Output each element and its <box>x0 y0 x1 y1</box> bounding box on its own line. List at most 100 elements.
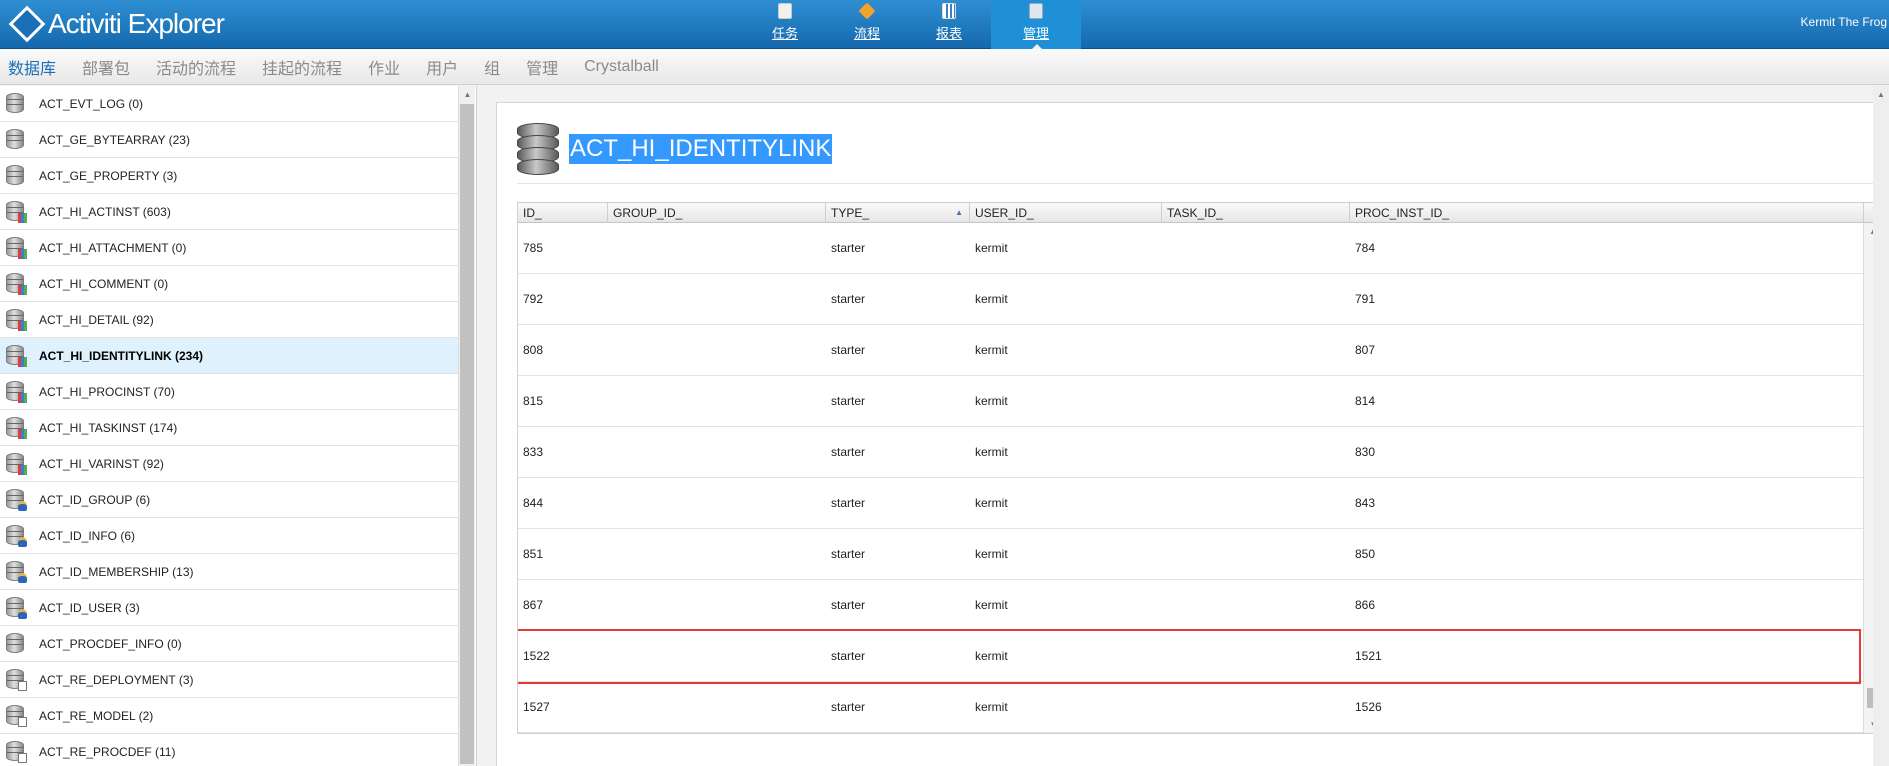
cell-user-id: kermit <box>975 343 1008 357</box>
user-menu[interactable]: Kermit The Frog <box>1801 15 1887 29</box>
cell-proc-inst-id: 1521 <box>1355 649 1382 663</box>
table-list-item[interactable]: ACT_PROCDEF_INFO (0) <box>0 626 458 662</box>
detail-header: ACT_HI_IDENTITYLINK <box>517 123 833 175</box>
table-list-scrollbar[interactable]: ▲ <box>458 86 475 766</box>
table-list-item[interactable]: ACT_RE_MODEL (2) <box>0 698 458 734</box>
database-table-icon <box>6 164 24 187</box>
cell-group-id <box>608 682 613 733</box>
cell-id: 792 <box>523 292 544 306</box>
column-header-type[interactable]: TYPE_ ▲ <box>826 203 970 223</box>
table-list-item[interactable]: ACT_HI_COMMENT (0) <box>0 266 458 302</box>
nav-tab-reports[interactable]: 报表 <box>909 0 989 49</box>
table-row[interactable]: 1522 starter kermit 1521 <box>518 629 1863 684</box>
table-list-item[interactable]: ACT_HI_ATTACHMENT (0) <box>0 230 458 266</box>
cell-group-id <box>608 376 613 427</box>
cell-user-id: kermit <box>975 700 1008 714</box>
column-header-user-id[interactable]: USER_ID_ <box>970 203 1162 223</box>
submenu-admin[interactable]: 管理 <box>526 55 558 79</box>
table-list-item[interactable]: ACT_EVT_LOG (0) <box>0 86 458 122</box>
table-row[interactable]: 792 starter kermit 791 <box>518 274 1863 325</box>
submenu-suspended-processes[interactable]: 挂起的流程 <box>262 55 342 79</box>
database-table-icon <box>6 200 27 223</box>
table-row[interactable]: 1527 starter kermit 1526 <box>518 682 1863 733</box>
table-list-label: ACT_HI_TASKINST (174) <box>39 420 178 435</box>
table-list-item[interactable]: ACT_GE_BYTEARRAY (23) <box>0 122 458 158</box>
table-list-item[interactable]: ACT_RE_PROCDEF (11) <box>0 734 458 766</box>
table-list-label: ACT_RE_MODEL (2) <box>39 708 154 723</box>
nav-tab-label: 流程 <box>853 26 880 41</box>
scroll-up-arrow-icon[interactable]: ▲ <box>1873 86 1889 103</box>
table-list-item[interactable]: ACT_HI_ACTINST (603) <box>0 194 458 230</box>
cell-proc-inst-id: 850 <box>1355 547 1376 561</box>
table-row[interactable]: 808 starter kermit 807 <box>518 325 1863 376</box>
cell-proc-inst-id: 814 <box>1355 394 1376 408</box>
database-table-icon <box>6 272 27 295</box>
database-icon <box>517 123 559 175</box>
table-row[interactable]: 844 starter kermit 843 <box>518 478 1863 529</box>
table-list-item[interactable]: ACT_GE_PROPERTY (3) <box>0 158 458 194</box>
cell-task-id <box>1162 631 1167 682</box>
table-list-item[interactable]: ACT_RE_DEPLOYMENT (3) <box>0 662 458 698</box>
table-list-item[interactable]: ACT_HI_VARINST (92) <box>0 446 458 482</box>
nav-tab-manage[interactable]: 管理 <box>991 0 1081 50</box>
cell-group-id <box>608 274 613 325</box>
table-list-item[interactable]: ACT_HI_IDENTITYLINK (234) <box>0 338 458 374</box>
table-list-item[interactable]: ACT_ID_USER (3) <box>0 590 458 626</box>
cell-proc-inst-id: 1526 <box>1355 700 1382 714</box>
cell-task-id <box>1162 274 1167 325</box>
table-list-label: ACT_PROCDEF_INFO (0) <box>39 636 182 651</box>
table-list-label: ACT_ID_GROUP (6) <box>39 492 151 507</box>
table-row[interactable]: 815 starter kermit 814 <box>518 376 1863 427</box>
cell-task-id <box>1162 427 1167 478</box>
database-table-icon <box>6 452 27 475</box>
cell-user-id: kermit <box>975 598 1008 612</box>
page-scrollbar[interactable]: ▲ <box>1873 86 1889 766</box>
divider <box>517 183 1882 184</box>
cell-type: starter <box>831 598 866 612</box>
column-header-id[interactable]: ID_ <box>518 203 608 223</box>
nav-tab-label: 任务 <box>771 26 798 41</box>
table-row[interactable]: 833 starter kermit 830 <box>518 427 1863 478</box>
grid-header: ID_ GROUP_ID_ TYPE_ ▲ USER_ID_ TASK_ID_ … <box>518 203 1881 223</box>
table-row[interactable]: 867 starter kermit 866 <box>518 580 1863 631</box>
nav-tab-tasks[interactable]: 任务 <box>745 0 825 49</box>
table-list-item[interactable]: ACT_HI_TASKINST (174) <box>0 410 458 446</box>
column-header-group-id[interactable]: GROUP_ID_ <box>608 203 826 223</box>
cell-type: starter <box>831 394 866 408</box>
table-list-label: ACT_GE_PROPERTY (3) <box>39 168 178 183</box>
submenu-jobs[interactable]: 作业 <box>368 55 400 79</box>
submenu-deployments[interactable]: 部署包 <box>82 55 130 79</box>
cell-type: starter <box>831 292 866 306</box>
column-header-task-id[interactable]: TASK_ID_ <box>1162 203 1350 223</box>
table-list-panel: ACT_EVT_LOG (0) ACT_GE_BYTEARRAY (23) ACT_… <box>0 86 477 766</box>
table-list: ACT_EVT_LOG (0) ACT_GE_BYTEARRAY (23) ACT_… <box>0 86 458 766</box>
submenu-crystalball[interactable]: Crystalball <box>584 58 659 76</box>
table-row[interactable]: 785 starter kermit 784 <box>518 223 1863 274</box>
database-table-icon <box>6 668 27 691</box>
table-list-item[interactable]: ACT_HI_DETAIL (92) <box>0 302 458 338</box>
table-list-label: ACT_GE_BYTEARRAY (23) <box>39 132 190 147</box>
table-list-item[interactable]: ACT_ID_MEMBERSHIP (13) <box>0 554 458 590</box>
nav-tab-process[interactable]: 流程 <box>827 0 907 49</box>
cell-id: 851 <box>523 547 544 561</box>
submenu-active-processes[interactable]: 活动的流程 <box>156 55 236 79</box>
scroll-thumb[interactable] <box>460 104 474 764</box>
database-table-icon <box>6 92 24 115</box>
table-row[interactable]: 851 starter kermit 850 <box>518 529 1863 580</box>
column-header-proc-inst-id[interactable]: PROC_INST_ID_ <box>1350 203 1864 223</box>
table-list-label: ACT_RE_PROCDEF (11) <box>39 744 176 759</box>
submenu-database[interactable]: 数据库 <box>8 55 56 79</box>
cell-type: starter <box>831 649 866 663</box>
table-list-item[interactable]: ACT_ID_GROUP (6) <box>0 482 458 518</box>
table-list-item[interactable]: ACT_ID_INFO (6) <box>0 518 458 554</box>
table-list-item[interactable]: ACT_HI_PROCINST (70) <box>0 374 458 410</box>
main-nav: 任务 流程 报表 管理 <box>745 0 1083 50</box>
app-logo[interactable]: Activiti Explorer <box>8 5 225 43</box>
submenu-groups[interactable]: 组 <box>484 55 500 79</box>
table-list-label: ACT_HI_COMMENT (0) <box>39 276 169 291</box>
table-list-label: ACT_HI_PROCINST (70) <box>39 384 175 399</box>
app-title: Activiti Explorer <box>48 8 225 39</box>
scroll-up-arrow-icon[interactable]: ▲ <box>459 86 476 103</box>
table-list-label: ACT_HI_ATTACHMENT (0) <box>39 240 187 255</box>
submenu-users[interactable]: 用户 <box>426 55 458 79</box>
